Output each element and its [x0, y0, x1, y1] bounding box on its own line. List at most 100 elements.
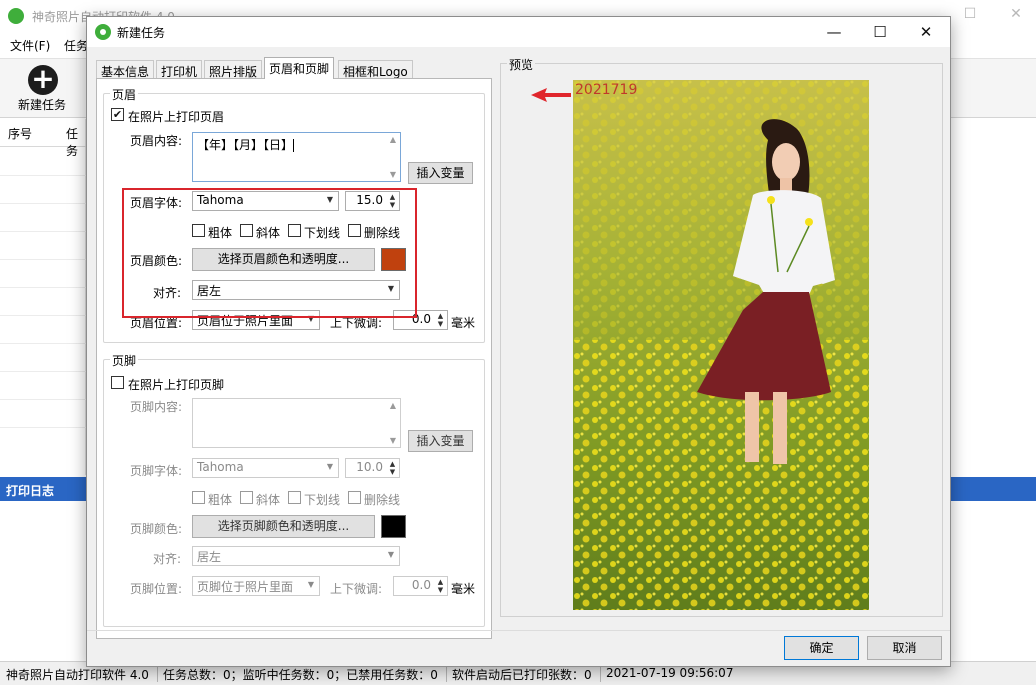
preview-header-text: 2021719 — [575, 82, 638, 98]
footer-group-title: 页脚 — [110, 352, 139, 369]
footer-font-value: Tahoma — [197, 460, 244, 474]
close-icon[interactable]: ✕ — [1006, 6, 1026, 26]
task-table: 序号 任务 — [0, 119, 86, 475]
table-right-area — [950, 119, 1036, 475]
status-separator — [157, 666, 158, 682]
table-row — [0, 203, 86, 204]
footer-font-size-spinner[interactable]: 10.0 ▲ ▼ — [345, 458, 400, 478]
status-task-total: 任务总数：0；监听中任务数：0；已禁用任务数：0 — [163, 668, 438, 682]
maximize-icon[interactable]: ☐ — [858, 19, 902, 45]
dialog-title-bar: 新建任务 — ☐ ✕ — [87, 17, 950, 47]
footer-underline-checkbox[interactable] — [288, 491, 301, 504]
menu-file[interactable]: 文件(F) — [10, 37, 50, 54]
spin-down-icon[interactable]: ▼ — [387, 468, 398, 476]
ok-button[interactable]: 确定 — [784, 636, 859, 660]
preview-title: 预览 — [507, 56, 536, 73]
header-content-scrollbar[interactable]: ▲ ▼ — [386, 133, 400, 181]
maximize-icon[interactable]: ☐ — [960, 6, 980, 26]
footer-offset-unit: 毫米 — [451, 582, 476, 596]
highlight-box — [122, 188, 417, 318]
scroll-down-icon[interactable]: ▼ — [386, 170, 400, 179]
footer-offset-spinner[interactable]: 0.0 ▲ ▼ — [393, 576, 448, 596]
header-print-checkbox[interactable]: ✔ — [111, 108, 124, 121]
spin-up-icon[interactable]: ▲ — [435, 312, 446, 320]
footer-content-scrollbar[interactable]: ▲ ▼ — [386, 399, 400, 447]
dialog-title: 新建任务 — [117, 26, 166, 40]
chevron-down-icon: ▼ — [387, 550, 394, 559]
table-row — [0, 175, 86, 176]
photo-image — [573, 80, 869, 610]
footer-position-label: 页脚位置: — [130, 582, 183, 596]
status-separator — [600, 666, 601, 682]
scroll-down-icon[interactable]: ▼ — [386, 436, 400, 445]
spin-down-icon[interactable]: ▼ — [435, 320, 446, 328]
col-task[interactable]: 任务 — [66, 125, 86, 159]
tab-frame-logo[interactable]: 相框和Logo — [338, 60, 413, 79]
footer-align-value: 居左 — [197, 550, 222, 564]
footer-position-select[interactable]: 页脚位于照片里面 ▼ — [192, 576, 320, 596]
preview-photo: 2021719 — [573, 80, 869, 610]
footer-color-swatch[interactable] — [381, 515, 406, 538]
footer-align-select[interactable]: 居左 ▼ — [192, 546, 400, 566]
footer-color-label: 页脚颜色: — [130, 522, 183, 536]
dialog-footer: 确定 取消 — [87, 630, 950, 666]
table-header: 序号 任务 — [0, 119, 86, 158]
status-printed: 软件启动后已打印张数：0 — [452, 668, 592, 682]
footer-strikethrough-label: 删除线 — [364, 493, 401, 507]
footer-position-value: 页脚位于照片里面 — [197, 580, 294, 594]
footer-font-size-value: 10.0 — [356, 460, 383, 474]
app-icon — [8, 8, 24, 24]
footer-align-label: 对齐: — [153, 552, 182, 566]
footer-insert-variable-button[interactable]: 插入变量 — [408, 430, 473, 452]
plus-icon[interactable]: + — [28, 65, 58, 95]
footer-bold-checkbox[interactable] — [192, 491, 205, 504]
table-row — [0, 427, 86, 428]
minimize-icon[interactable]: — — [812, 19, 856, 45]
spin-up-icon[interactable]: ▲ — [387, 460, 398, 468]
status-app: 神奇照片自动打印软件 4.0 — [6, 668, 149, 682]
header-footer-panel: 页眉 ✔ 在照片上打印页眉 页眉内容: 【年】【月】【日】 ▲ ▼ 插入变量 页… — [96, 78, 492, 639]
tab-photo-layout[interactable]: 照片排版 — [204, 60, 263, 79]
header-insert-variable-button[interactable]: 插入变量 — [408, 162, 473, 184]
scroll-up-icon[interactable]: ▲ — [386, 401, 400, 410]
tab-basic-info[interactable]: 基本信息 — [96, 60, 155, 79]
footer-color-button[interactable]: 选择页脚颜色和透明度... — [192, 515, 375, 538]
footer-font-label: 页脚字体: — [130, 464, 183, 478]
chevron-down-icon: ▼ — [326, 462, 333, 471]
footer-offset-value: 0.0 — [411, 578, 431, 592]
header-print-label: 在照片上打印页眉 — [128, 110, 225, 124]
close-icon[interactable]: ✕ — [904, 19, 948, 45]
new-task-label[interactable]: 新建任务 — [18, 96, 66, 113]
table-row — [0, 343, 86, 344]
footer-print-label: 在照片上打印页脚 — [128, 378, 225, 392]
table-row — [0, 315, 86, 316]
app-icon — [95, 24, 111, 40]
status-datetime: 2021-07-19 09:56:07 — [606, 666, 734, 680]
header-content-value: 【年】【月】【日】 — [197, 138, 294, 152]
col-index[interactable]: 序号 — [8, 125, 32, 142]
header-content-label: 页眉内容: — [130, 134, 183, 148]
menu-task[interactable]: 任务 — [64, 37, 88, 54]
tab-header-footer[interactable]: 页眉和页脚 — [264, 57, 335, 79]
text-cursor — [293, 139, 295, 152]
tab-printer[interactable]: 打印机 — [156, 60, 203, 79]
table-row — [0, 287, 86, 288]
footer-italic-label: 斜体 — [256, 493, 281, 507]
header-offset-unit: 毫米 — [451, 316, 476, 330]
cancel-button[interactable]: 取消 — [867, 636, 942, 660]
table-row — [0, 399, 86, 400]
spin-down-icon[interactable]: ▼ — [435, 586, 446, 594]
footer-offset-label: 上下微调: — [330, 582, 383, 596]
preview-group: 预览 2021719 — [500, 56, 943, 617]
footer-content-input[interactable]: ▲ ▼ — [192, 398, 401, 448]
table-row — [0, 371, 86, 372]
scroll-up-icon[interactable]: ▲ — [386, 135, 400, 144]
footer-print-checkbox[interactable] — [111, 376, 124, 389]
red-arrow-icon — [531, 88, 571, 102]
spin-up-icon[interactable]: ▲ — [435, 578, 446, 586]
footer-strikethrough-checkbox[interactable] — [348, 491, 361, 504]
header-content-input[interactable]: 【年】【月】【日】 ▲ ▼ — [192, 132, 401, 182]
new-task-dialog: 新建任务 — ☐ ✕ 基本信息 打印机 照片排版 页眉和页脚 相框和Logo 页… — [86, 16, 951, 667]
footer-italic-checkbox[interactable] — [240, 491, 253, 504]
footer-font-select[interactable]: Tahoma ▼ — [192, 458, 339, 478]
